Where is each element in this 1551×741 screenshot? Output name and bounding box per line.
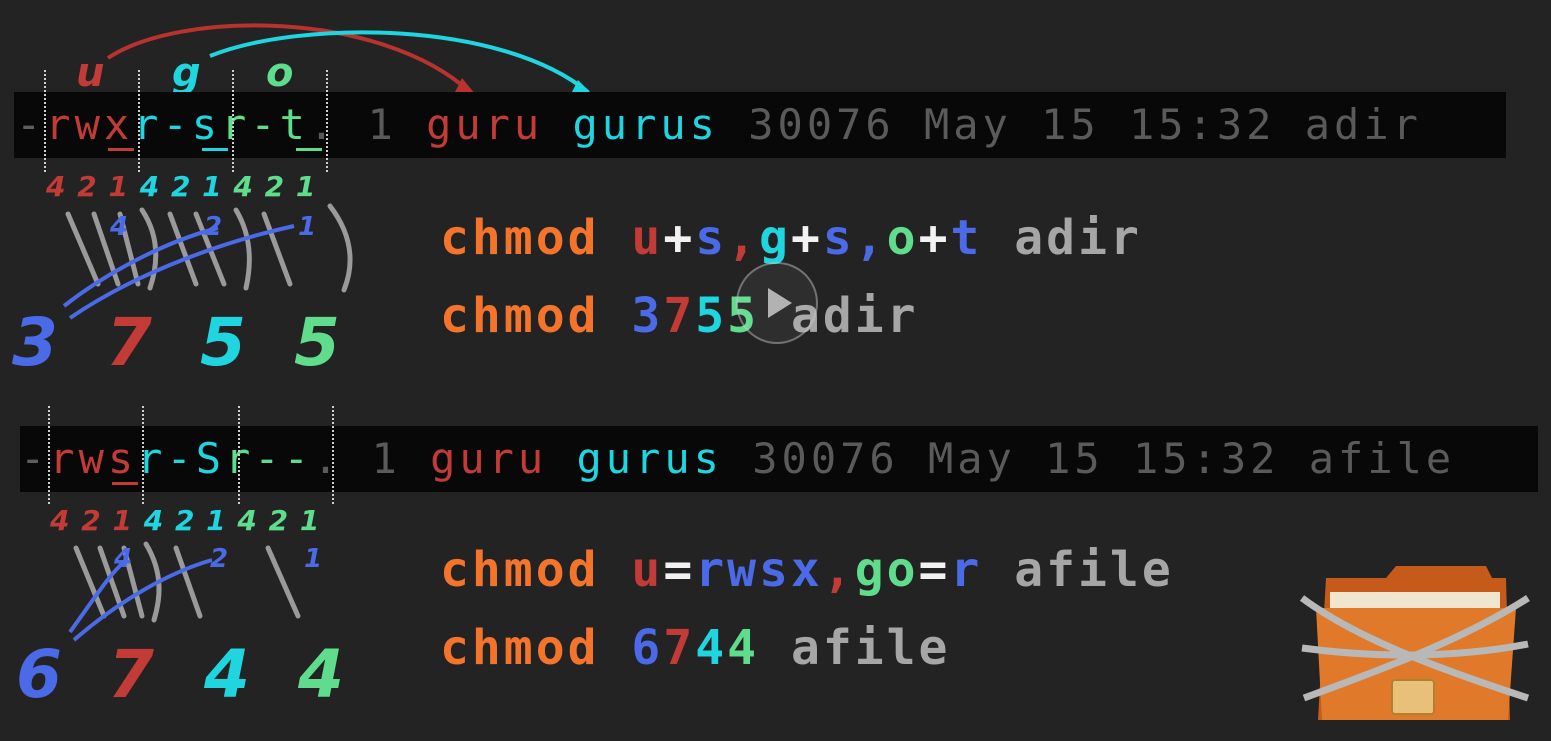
octal-group-afile: 4 bbox=[204, 636, 250, 713]
cmd-digit-user: 7 bbox=[663, 620, 696, 676]
cmd-op: = bbox=[663, 542, 696, 598]
octal-special-afile: 6 bbox=[16, 636, 62, 713]
locked-folder-icon bbox=[1299, 566, 1530, 720]
special-weight-1: 1 bbox=[304, 544, 323, 574]
cmd-perms: rwsx bbox=[695, 542, 823, 598]
special-weight-4: 4 bbox=[114, 544, 133, 574]
cmd-word: chmod bbox=[440, 620, 600, 676]
cmd-op: = bbox=[918, 542, 951, 598]
cmd-perm-r: r bbox=[950, 542, 983, 598]
cmd-target: afile bbox=[790, 620, 951, 676]
cmd-target: afile bbox=[1014, 542, 1174, 598]
cmd-digit-other: 4 bbox=[727, 620, 760, 676]
cmd-who-u: u bbox=[631, 542, 664, 598]
command-octal-afile: chmod 6744 afile bbox=[440, 620, 950, 676]
special-weight-2: 2 bbox=[210, 544, 229, 574]
cmd-who-go: go bbox=[854, 542, 919, 598]
octal-other-afile: 4 bbox=[298, 636, 344, 713]
command-symbolic-afile: chmod u=rwsx,go=r afile bbox=[440, 542, 1174, 598]
cmd-word: chmod bbox=[440, 542, 600, 598]
cmd-digit-special: 6 bbox=[631, 620, 664, 676]
octal-user-afile: 7 bbox=[108, 636, 154, 713]
cmd-comma: , bbox=[822, 542, 855, 598]
cmd-digit-group: 4 bbox=[695, 620, 728, 676]
